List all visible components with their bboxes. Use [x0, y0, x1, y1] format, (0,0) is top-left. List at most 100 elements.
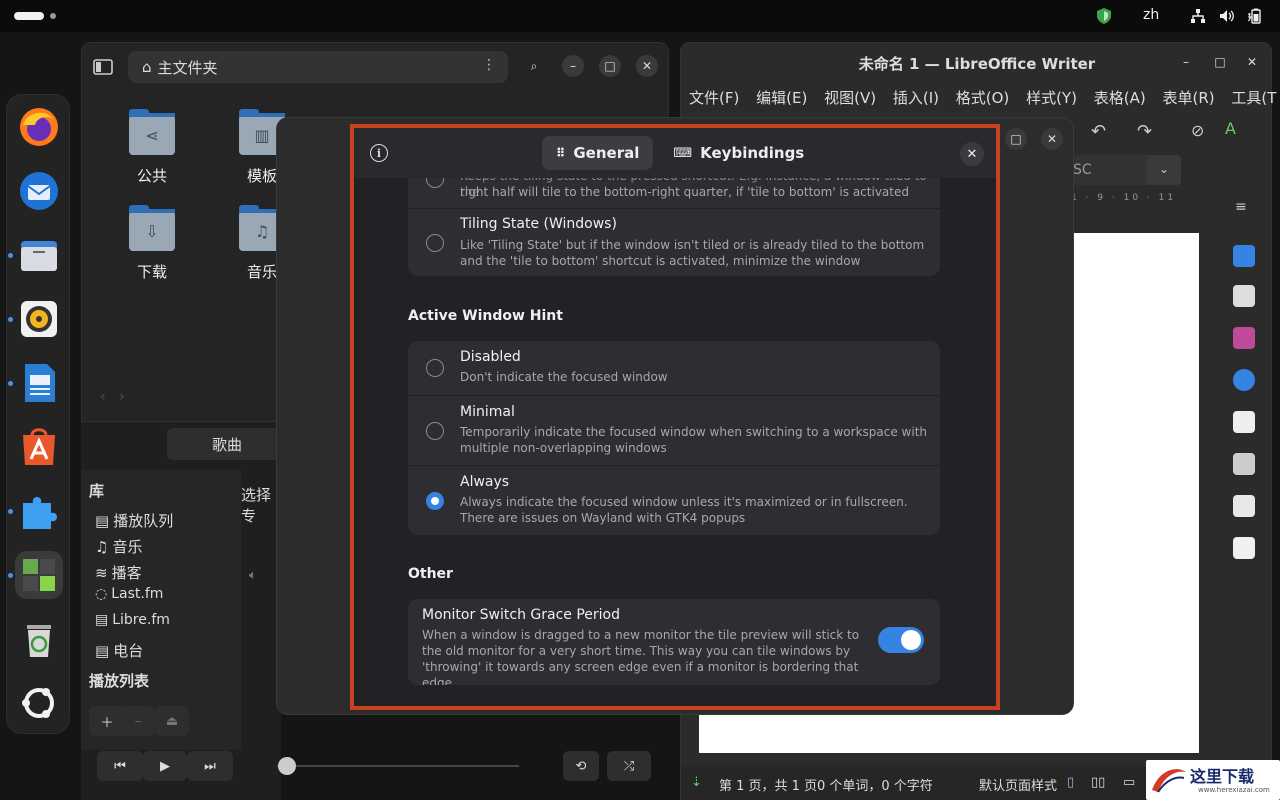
- design-icon[interactable]: [1233, 537, 1255, 559]
- folder-public[interactable]: ⋖ 公共: [112, 109, 192, 186]
- gallery-icon[interactable]: [1233, 327, 1255, 349]
- rhythmbox-launcher[interactable]: [15, 295, 63, 343]
- settings-scroll-area[interactable]: Keeps the tiling state to the pressed sh…: [354, 178, 996, 706]
- page-style[interactable]: 默认页面样式: [979, 775, 1057, 794]
- library-item-music[interactable]: ♫ 音乐: [95, 536, 142, 557]
- input-method-indicator[interactable]: zh: [1143, 7, 1159, 23]
- eject-button[interactable]: ⏏: [155, 706, 189, 736]
- manage-changes-icon[interactable]: [1233, 495, 1255, 517]
- sidebar-toggle-icon[interactable]: [92, 57, 114, 77]
- font-dropdown-button[interactable]: ⌄: [1147, 155, 1181, 185]
- hint-always-radio[interactable]: [426, 492, 444, 510]
- tiling-state-windows-row[interactable]: Tiling State (Windows) Like 'Tiling Stat…: [408, 208, 940, 276]
- progress-track[interactable]: [277, 765, 519, 767]
- previous-button[interactable]: ⏮: [97, 751, 143, 781]
- page-icon[interactable]: [1233, 411, 1255, 433]
- maximize-button[interactable]: □: [599, 55, 621, 77]
- close-button[interactable]: ✕: [1241, 51, 1263, 73]
- search-icon[interactable]: ⌕: [523, 55, 545, 77]
- workspace-indicator[interactable]: [14, 12, 44, 20]
- menu-tools[interactable]: 工具(T: [1231, 89, 1276, 107]
- songs-tab[interactable]: 歌曲: [167, 428, 287, 460]
- hint-minimal-radio[interactable]: [426, 422, 444, 440]
- menu-insert[interactable]: 插入(I): [893, 89, 939, 107]
- minimize-button[interactable]: –: [562, 55, 584, 77]
- sidebar-menu-icon[interactable]: ≡: [1235, 199, 1247, 215]
- word-count[interactable]: 0 个单词，0 个字符: [817, 775, 933, 794]
- close-button[interactable]: ✕: [636, 55, 658, 77]
- library-item-queue[interactable]: ▤ 播放队列: [95, 510, 173, 531]
- app-center-launcher[interactable]: [15, 423, 63, 471]
- menu-table[interactable]: 表格(A): [1094, 89, 1146, 107]
- menu-styles[interactable]: 样式(Y): [1026, 89, 1077, 107]
- next-button[interactable]: ⏭: [187, 751, 233, 781]
- volume-icon[interactable]: 🔈︎: [249, 568, 257, 583]
- path-menu-icon[interactable]: ⋮: [482, 57, 496, 73]
- single-page-view-icon[interactable]: ▯: [1067, 775, 1074, 790]
- maximize-button[interactable]: □: [1209, 51, 1231, 73]
- progress-handle[interactable]: [278, 757, 296, 775]
- library-item-librefm[interactable]: ▤ Libre.fm: [95, 612, 170, 628]
- repeat-button[interactable]: ⟲: [563, 751, 599, 781]
- tiling-state-windows-radio[interactable]: [426, 234, 444, 252]
- spellcheck-icon[interactable]: ⊘: [1191, 121, 1204, 140]
- extension-manager-launcher[interactable]: [15, 551, 63, 599]
- files-launcher[interactable]: [15, 231, 63, 279]
- book-view-icon[interactable]: ▭: [1123, 775, 1135, 790]
- library-item-lastfm[interactable]: ◌ Last.fm: [95, 586, 163, 602]
- play-button[interactable]: ▶: [143, 751, 187, 781]
- multi-page-view-icon[interactable]: ▯▯: [1091, 775, 1105, 790]
- tiling-state-radio[interactable]: [426, 178, 444, 188]
- style-inspector-icon[interactable]: [1233, 453, 1255, 475]
- menu-file[interactable]: 文件(F): [689, 89, 739, 107]
- nav-arrows[interactable]: ‹ ›: [100, 389, 125, 405]
- navigator-icon[interactable]: [1233, 369, 1255, 391]
- add-playlist-button[interactable]: ＋: [89, 706, 125, 736]
- thunderbird-launcher[interactable]: [15, 167, 63, 215]
- minimize-button[interactable]: –: [1175, 51, 1197, 73]
- library-item-radio[interactable]: ▤ 电台: [95, 640, 143, 661]
- hint-option-minimal[interactable]: Minimal Temporarily indicate the focused…: [408, 395, 940, 465]
- grace-period-toggle[interactable]: [878, 627, 924, 653]
- library-item-podcasts[interactable]: ≋ 播客: [95, 562, 142, 583]
- show-apps-button[interactable]: [15, 679, 63, 727]
- close-button[interactable]: ✕: [960, 142, 984, 166]
- folder-downloads[interactable]: ⇩ 下载: [112, 205, 192, 282]
- menu-edit[interactable]: 编辑(E): [756, 89, 807, 107]
- remove-playlist-button[interactable]: –: [121, 706, 155, 736]
- properties-icon[interactable]: [1233, 245, 1255, 267]
- watermark-logo: 这里下载 www.herexiazai.com: [1146, 760, 1280, 800]
- battery-icon[interactable]: [1247, 8, 1263, 24]
- styles-icon[interactable]: [1233, 285, 1255, 307]
- tiling-state-row[interactable]: Keeps the tiling state to the pressed sh…: [408, 178, 940, 208]
- workspace-dot[interactable]: [50, 13, 56, 19]
- autocorrect-icon[interactable]: A: [1225, 119, 1236, 138]
- menu-form[interactable]: 表单(R): [1162, 89, 1214, 107]
- info-icon[interactable]: i: [370, 144, 388, 162]
- hint-option-disabled[interactable]: Disabled Don't indicate the focused wind…: [408, 341, 940, 395]
- trash-launcher[interactable]: [15, 615, 63, 663]
- menu-view[interactable]: 视图(V): [824, 89, 876, 107]
- page-count[interactable]: 第 1 页，共 1 页: [719, 775, 817, 794]
- tab-keybindings[interactable]: ⌨ Keybindings: [659, 136, 818, 170]
- menu-format[interactable]: 格式(O): [956, 89, 1010, 107]
- hint-disabled-radio[interactable]: [426, 359, 444, 377]
- library-title: 库: [89, 482, 105, 500]
- close-button[interactable]: ✕: [1041, 128, 1063, 150]
- grace-period-row[interactable]: Monitor Switch Grace Period When a windo…: [408, 599, 940, 685]
- undo-icon[interactable]: ↶: [1091, 121, 1106, 142]
- writer-launcher[interactable]: [15, 359, 63, 407]
- redo-icon[interactable]: ↷: [1137, 121, 1152, 142]
- maximize-button[interactable]: □: [1005, 128, 1027, 150]
- network-icon[interactable]: [1190, 8, 1206, 24]
- shuffle-button[interactable]: ⤮: [607, 751, 651, 781]
- shield-icon[interactable]: [1097, 8, 1111, 24]
- volume-icon[interactable]: [1219, 8, 1235, 24]
- extensions-launcher[interactable]: [15, 487, 63, 535]
- hint-option-always[interactable]: Always Always indicate the focused windo…: [408, 465, 940, 535]
- firefox-launcher[interactable]: [15, 103, 63, 151]
- path-bar[interactable]: ⌂ 主文件夹 ⋮: [128, 51, 508, 83]
- tab-general[interactable]: ⠿ General: [542, 136, 654, 170]
- running-indicator: [8, 381, 13, 386]
- hint-always-subtitle: Always indicate the focused window unles…: [460, 495, 908, 525]
